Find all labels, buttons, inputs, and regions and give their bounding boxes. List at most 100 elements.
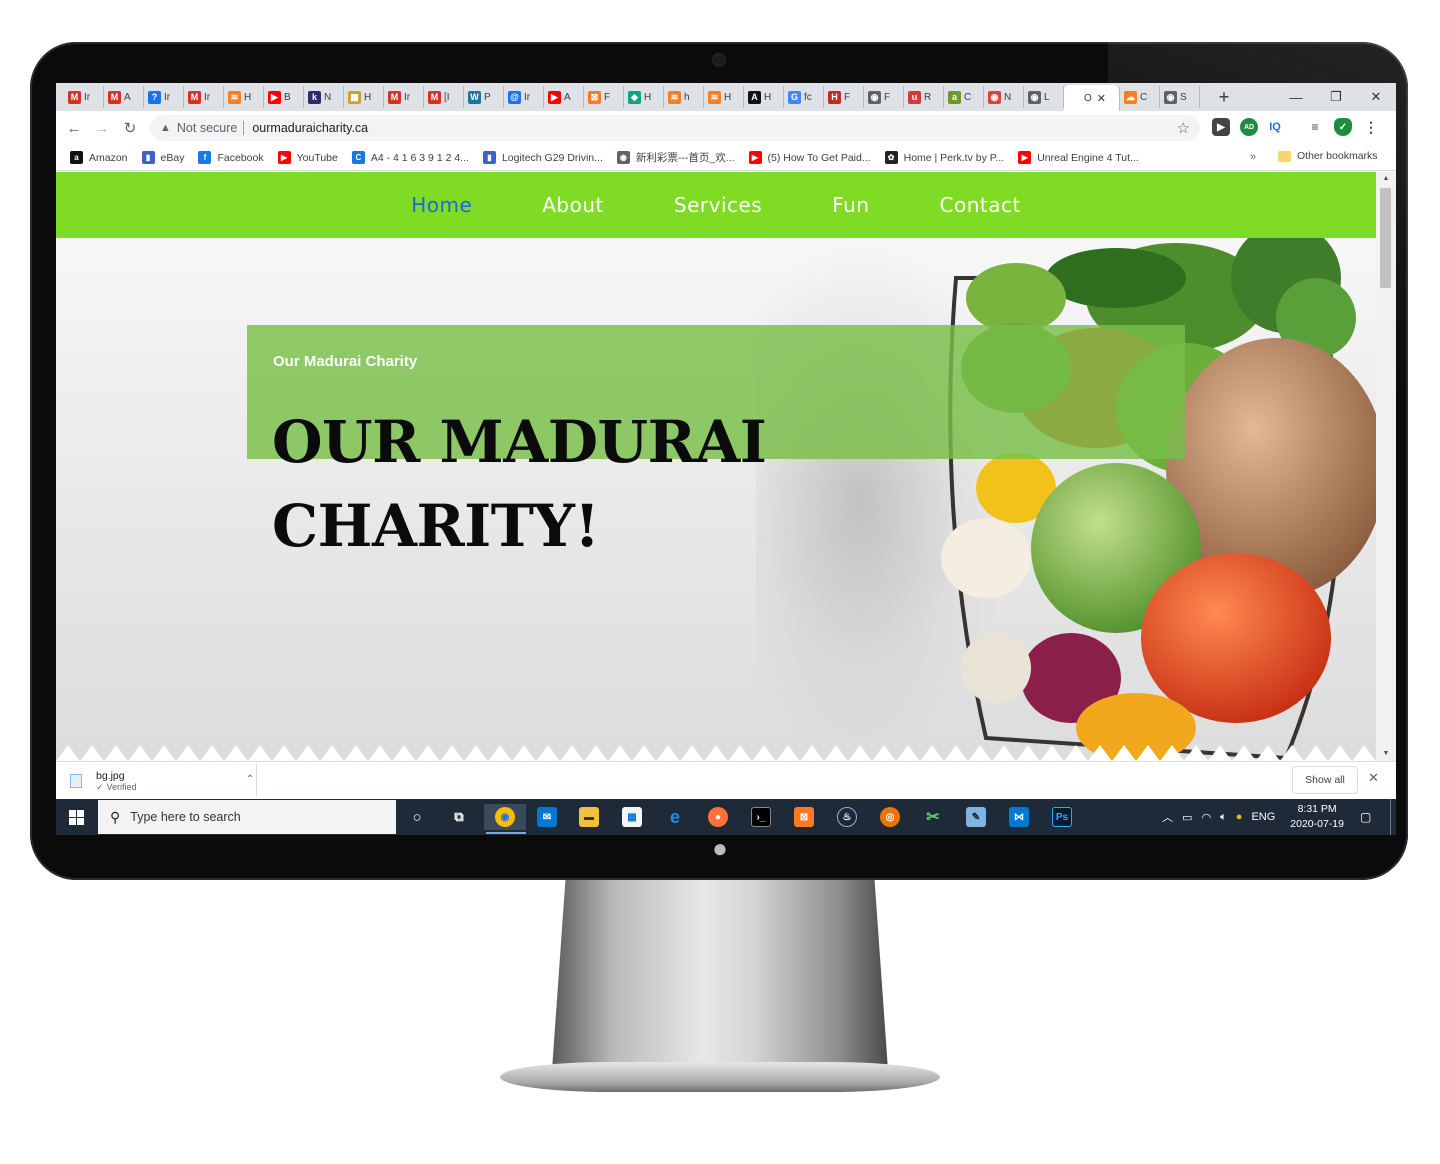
volume-icon[interactable]: 🔈︎	[1220, 811, 1227, 824]
youtube-ext-icon[interactable]: ▶	[1212, 118, 1230, 136]
show-desktop-button[interactable]	[1390, 799, 1396, 835]
close-icon[interactable]: ✕	[1368, 770, 1379, 786]
chevron-up-icon[interactable]: ︿	[1162, 809, 1173, 825]
restore-button[interactable]: ❐	[1316, 83, 1356, 111]
nav-home[interactable]: Home	[411, 193, 472, 217]
back-button[interactable]: ←	[60, 120, 88, 137]
browser-tab[interactable]: WP	[464, 86, 504, 108]
browser-tab[interactable]: M [I	[424, 86, 464, 108]
steam-icon[interactable]: ♨	[832, 804, 862, 830]
cortana-icon[interactable]: ○	[402, 804, 432, 830]
bookmark-item[interactable]: a Amazon	[70, 151, 128, 164]
tab-close-icon[interactable]: ✕	[1097, 92, 1106, 105]
bookmark-item[interactable]: ◉ 新利彩票---首页_欢...	[616, 150, 735, 165]
tools-icon[interactable]: ✂	[918, 804, 948, 830]
nav-contact[interactable]: Contact	[940, 193, 1021, 217]
tab-title: F	[884, 91, 891, 103]
firefox-icon[interactable]: ●	[703, 804, 733, 830]
wifi-icon[interactable]: ◠	[1202, 811, 1212, 824]
bookmark-item[interactable]: ▮ eBay	[141, 151, 184, 164]
weather-icon[interactable]: ●	[1236, 811, 1243, 823]
bookmark-item[interactable]: ▶ YouTube	[277, 151, 338, 164]
bookmark-item[interactable]: ▶ (5) How To Get Paid...	[748, 151, 871, 164]
start-button[interactable]	[56, 799, 96, 835]
chevron-up-icon[interactable]: ⌃	[246, 774, 254, 785]
notepad-icon[interactable]: ✎	[961, 804, 991, 830]
browser-tab[interactable]: ▦ H	[344, 86, 384, 108]
bookmark-item[interactable]: ✿ Home | Perk.tv by P...	[884, 151, 1004, 164]
browser-tab[interactable]: M Ir	[64, 86, 104, 108]
browser-tab[interactable]: ⊠ F	[584, 86, 624, 108]
close-window-button[interactable]: ✕	[1356, 83, 1396, 111]
new-tab-button[interactable]: +	[1212, 87, 1236, 108]
reload-button[interactable]: ↻	[116, 119, 144, 137]
browser-tab[interactable]: ◉ N	[984, 86, 1024, 108]
browser-tab[interactable]: ≋ H	[704, 86, 744, 108]
browser-tab[interactable]: MA	[104, 86, 144, 108]
edge-icon[interactable]: e	[660, 804, 690, 830]
battery-icon[interactable]: ▭	[1182, 811, 1192, 824]
store-icon[interactable]: ▦	[617, 804, 647, 830]
browser-tab[interactable]: Gfc	[784, 86, 824, 108]
browser-tab[interactable]: HF	[824, 86, 864, 108]
browser-tab[interactable]: ◆ H	[624, 86, 664, 108]
address-bar[interactable]: ▲ Not secure ourmaduraicharity.ca ☆	[150, 115, 1200, 141]
browser-tab[interactable]: @ Ir	[504, 86, 544, 108]
browser-tab[interactable]: kN	[304, 86, 344, 108]
bookmarks-overflow-button[interactable]: »	[1250, 151, 1256, 163]
browser-tab[interactable]: ≋ h	[664, 86, 704, 108]
browser-tab[interactable]: uR	[904, 86, 944, 108]
nav-fun[interactable]: Fun	[832, 193, 869, 217]
page-scrollbar[interactable]: ▲ ▼	[1376, 172, 1396, 761]
blender-icon[interactable]: ◎	[875, 804, 905, 830]
download-item[interactable]: bg.jpg ✓ Verified ⌃	[70, 766, 256, 796]
shield-ext-icon[interactable]: ✓	[1334, 118, 1352, 136]
chrome-icon[interactable]: ◉	[484, 804, 526, 834]
task-view-icon[interactable]: ⧉	[444, 804, 474, 830]
url-text[interactable]: ourmaduraicharity.ca	[252, 121, 368, 135]
browser-tab[interactable]: M Ir	[384, 86, 424, 108]
browser-tab[interactable]: ? Ir	[144, 86, 184, 108]
browser-tab[interactable]: O ✕	[1064, 85, 1120, 111]
browser-tab[interactable]: ◉ F	[864, 86, 904, 108]
browser-tab[interactable]: ▶ A	[544, 86, 584, 108]
show-all-button[interactable]: Show all	[1292, 766, 1358, 794]
xampp-icon[interactable]: ⊠	[789, 804, 819, 830]
scroll-thumb[interactable]	[1380, 188, 1391, 288]
reading-list-icon[interactable]: ≡	[1306, 118, 1324, 136]
bookmark-star-icon[interactable]: ☆	[1177, 119, 1190, 137]
forward-button[interactable]: →	[88, 120, 116, 137]
minimize-button[interactable]: —	[1276, 83, 1316, 111]
photoshop-icon[interactable]: Ps	[1047, 804, 1077, 830]
mail-icon[interactable]: ✉	[532, 804, 562, 830]
menu-kebab-icon[interactable]: ⋮	[1362, 118, 1380, 136]
browser-tab[interactable]: ◉ S	[1160, 86, 1200, 108]
browser-tab[interactable]: M Ir	[184, 86, 224, 108]
browser-tab[interactable]: ≋ H	[224, 86, 264, 108]
nav-about[interactable]: About	[542, 193, 604, 217]
terminal-icon[interactable]: ›_	[746, 804, 776, 830]
bookmark-item[interactable]: C A4 - 4 1 6 3 9 1 2 4...	[351, 151, 469, 164]
browser-tab[interactable]: AH	[744, 86, 784, 108]
other-bookmarks[interactable]: Other bookmarks	[1278, 150, 1378, 162]
language-indicator[interactable]: ENG	[1251, 811, 1275, 823]
taskbar-search-input[interactable]: ⚲ Type here to search	[98, 800, 396, 834]
warning-icon[interactable]: ▲	[160, 122, 171, 134]
bookmark-item[interactable]: ▮ Logitech G29 Drivin...	[482, 151, 603, 164]
nav-services[interactable]: Services	[674, 193, 762, 217]
vscode-icon[interactable]: ⋈	[1004, 804, 1034, 830]
browser-tab[interactable]: ▶ B	[264, 86, 304, 108]
stack-icon: ≋	[668, 90, 681, 104]
scroll-down-icon[interactable]: ▼	[1376, 747, 1396, 761]
notification-icon[interactable]: ▢	[1360, 810, 1380, 824]
adblock-ext-icon[interactable]: AD	[1240, 118, 1258, 136]
file-explorer-icon[interactable]: ▬	[574, 804, 604, 830]
scroll-up-icon[interactable]: ▲	[1376, 172, 1396, 186]
iq-ext-icon[interactable]: IQ	[1266, 118, 1284, 136]
bookmark-item[interactable]: ▶ Unreal Engine 4 Tut...	[1018, 151, 1139, 164]
browser-tab[interactable]: aC	[944, 86, 984, 108]
browser-tab[interactable]: ☁ C	[1120, 86, 1160, 108]
browser-tab[interactable]: ◉ L	[1024, 86, 1064, 108]
bookmark-item[interactable]: f Facebook	[198, 151, 264, 164]
clock[interactable]: 8:31 PM 2020-07-19	[1290, 802, 1344, 832]
